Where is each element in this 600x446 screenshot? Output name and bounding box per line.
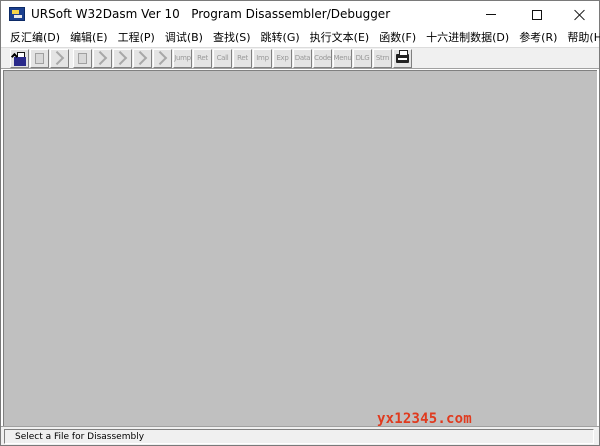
- find-text-button[interactable]: [49, 48, 69, 68]
- goto-code-start-icon: [92, 50, 107, 66]
- status-text: Select a File for Disassembly: [15, 432, 145, 442]
- menu-edit[interactable]: 编辑(E): [67, 29, 111, 46]
- menu-project[interactable]: 工程(P): [115, 29, 158, 46]
- imports-button[interactable]: Imp: [253, 48, 272, 68]
- site-watermark: yx12345.com: [377, 411, 472, 427]
- goto-page-icon: [132, 50, 147, 66]
- status-panel: Select a File for Disassembly: [4, 429, 594, 444]
- dialog-refs-icon: DLG: [355, 53, 370, 62]
- title-bar[interactable]: URSoft W32Dasm Ver 10 Program Disassembl…: [1, 1, 599, 28]
- string-refs-icon: Strn: [375, 53, 390, 62]
- data-hex-button[interactable]: Data: [293, 48, 312, 68]
- data-hex-icon: Data: [294, 53, 311, 62]
- imports-icon: Imp: [256, 53, 269, 62]
- w32dasm-app-icon[interactable]: [9, 7, 25, 21]
- menu-goto[interactable]: 跳转(G): [258, 29, 303, 46]
- return-from-jump-button[interactable]: Ret: [193, 48, 212, 68]
- goto-code-location-button[interactable]: [152, 48, 172, 68]
- find-text-icon: [49, 50, 64, 66]
- menu-bar: 反汇编(D) 编辑(E) 工程(P) 调试(B) 查找(S) 跳转(G) 执行文…: [1, 28, 600, 47]
- goto-code-start-button[interactable]: [92, 48, 112, 68]
- menu-refs-icon: Menu: [333, 53, 352, 62]
- string-refs-button[interactable]: Strn: [373, 48, 392, 68]
- exports-button[interactable]: Exp: [273, 48, 292, 68]
- print-icon: [396, 49, 409, 63]
- status-bar: Select a File for Disassembly: [1, 426, 599, 445]
- menu-refs[interactable]: 参考(R): [516, 29, 560, 46]
- goto-code-location-icon: [152, 50, 167, 66]
- dialog-refs-button[interactable]: DLG: [353, 48, 372, 68]
- save-disassembly-icon: [35, 52, 44, 64]
- menu-refs-button[interactable]: Menu: [333, 48, 352, 68]
- menu-debug[interactable]: 调试(B): [162, 29, 206, 46]
- return-from-jump-icon: Ret: [197, 53, 208, 62]
- minimize-button[interactable]: [471, 1, 511, 28]
- close-icon: [574, 9, 586, 21]
- close-button[interactable]: [560, 1, 600, 28]
- disassembly-area[interactable]: [3, 70, 597, 426]
- toolbar: Jump Ret Call Ret Imp Exp Data Code Menu…: [1, 47, 599, 69]
- window-title: URSoft W32Dasm Ver 10 Program Disassembl…: [31, 7, 391, 21]
- save-disassembly-button[interactable]: [30, 48, 49, 68]
- maximize-button[interactable]: [517, 1, 557, 28]
- menu-execute-text[interactable]: 执行文本(E): [307, 29, 373, 46]
- execute-jump-icon: Jump: [174, 53, 191, 62]
- execute-jump-button[interactable]: Jump: [173, 48, 192, 68]
- menu-functions[interactable]: 函数(F): [376, 29, 419, 46]
- exports-icon: Exp: [276, 53, 289, 62]
- menu-search[interactable]: 查找(S): [210, 29, 254, 46]
- menu-help[interactable]: 帮助(H): [564, 29, 600, 46]
- open-file-button[interactable]: [10, 48, 29, 68]
- copy-lines-icon: [78, 52, 87, 64]
- return-from-call-button[interactable]: Ret: [233, 48, 252, 68]
- code-hex-icon: Code: [314, 53, 331, 62]
- return-from-call-icon: Ret: [237, 53, 248, 62]
- copy-lines-button[interactable]: [73, 48, 92, 68]
- menu-hex-data[interactable]: 十六进制数据(D): [423, 29, 512, 46]
- goto-entry-point-button[interactable]: [112, 48, 132, 68]
- goto-entry-point-icon: [112, 50, 127, 66]
- execute-call-button[interactable]: Call: [213, 48, 232, 68]
- maximize-icon: [532, 9, 542, 20]
- menu-disassembler[interactable]: 反汇编(D): [7, 29, 63, 46]
- print-button[interactable]: [393, 48, 412, 68]
- execute-call-icon: Call: [216, 53, 229, 62]
- app-window: URSoft W32Dasm Ver 10 Program Disassembl…: [0, 0, 600, 446]
- minimize-icon: [486, 14, 496, 15]
- code-hex-button[interactable]: Code: [313, 48, 332, 68]
- goto-page-button[interactable]: [132, 48, 152, 68]
